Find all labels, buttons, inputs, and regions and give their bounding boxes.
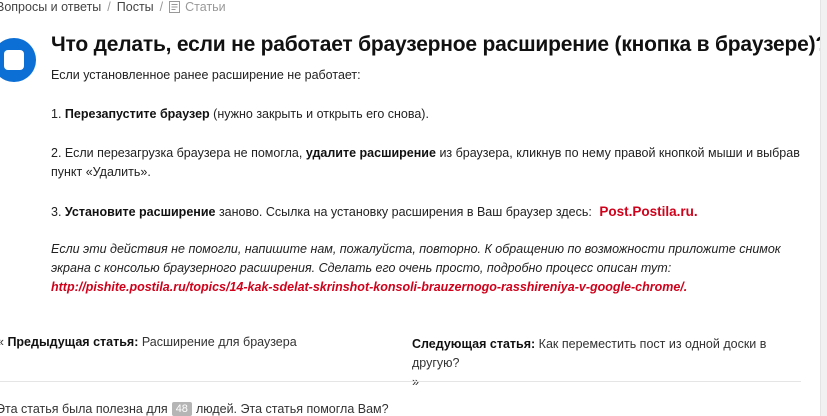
helpful-count-badge: 48 — [171, 402, 192, 416]
scrollbar[interactable] — [820, 0, 827, 416]
step-1: 1. Перезапустите браузер (нужно закрыть … — [51, 105, 429, 124]
next-article: Следующая статья: Как переместить пост и… — [412, 335, 807, 392]
step-3-text: заново. Ссылка на установку расширения в… — [218, 205, 592, 219]
breadcrumb-posts-link[interactable]: Посты — [117, 0, 154, 14]
step-2: 2. Если перезагрузка браузера не помогла… — [51, 144, 811, 182]
next-label: Следующая статья: — [412, 337, 536, 351]
step-3-number: 3. — [51, 205, 62, 219]
article-title: Что делать, если не работает браузерное … — [51, 33, 827, 56]
note-text: Если эти действия не помогли, напишите н… — [51, 242, 781, 275]
step-3: 3. Установите расширение заново. Ссылка … — [51, 202, 698, 222]
prev-label: Предыдущая статья: — [7, 335, 139, 349]
step-1-bold: Перезапустите браузер — [64, 107, 210, 121]
previous-article: « Предыдущая статья: Расширение для брау… — [0, 335, 297, 349]
step-1-number: 1. — [51, 107, 62, 121]
step-1-text: (нужно закрыть и открыть его снова). — [213, 107, 429, 121]
console-guide-link[interactable]: http://pishite.postila.ru/topics/14-kak-… — [51, 280, 687, 294]
step-2-prefix: 2. Если перезагрузка браузера не помогла… — [51, 146, 303, 160]
breadcrumb: Вопросы и ответы / Посты / Статьи — [0, 0, 226, 14]
previous-article-link[interactable]: Расширение для браузера — [142, 335, 297, 349]
extension-install-link[interactable]: Post.Postila.ru. — [599, 204, 697, 219]
feedback-prompt: Эта статья была полезна для 48 людей. Эт… — [0, 402, 389, 416]
divider — [0, 381, 801, 382]
page: Вопросы и ответы / Посты / Статьи Что де… — [0, 0, 827, 416]
feedback-text-after: людей. Эта статья помогла Вам? — [195, 402, 389, 416]
document-icon — [169, 1, 181, 13]
breadcrumb-separator: / — [107, 0, 111, 14]
prev-arrow-icon: « — [0, 335, 4, 349]
breadcrumb-separator: / — [159, 0, 164, 14]
breadcrumb-qa-link[interactable]: Вопросы и ответы — [0, 0, 101, 14]
article-icon-inner — [4, 50, 24, 70]
article-icon — [0, 38, 36, 82]
step-3-bold: Установите расширение — [64, 205, 216, 219]
article-note: Если эти действия не помогли, напишите н… — [51, 240, 811, 297]
breadcrumb-current: Статьи — [169, 0, 226, 14]
feedback-text-before: Эта статья была полезна для — [0, 402, 168, 416]
article-intro: Если установленное ранее расширение не р… — [51, 68, 361, 82]
next-arrow-icon: » — [412, 375, 419, 389]
breadcrumb-current-label: Статьи — [185, 0, 226, 14]
step-2-bold: удалите расширение — [305, 146, 436, 160]
